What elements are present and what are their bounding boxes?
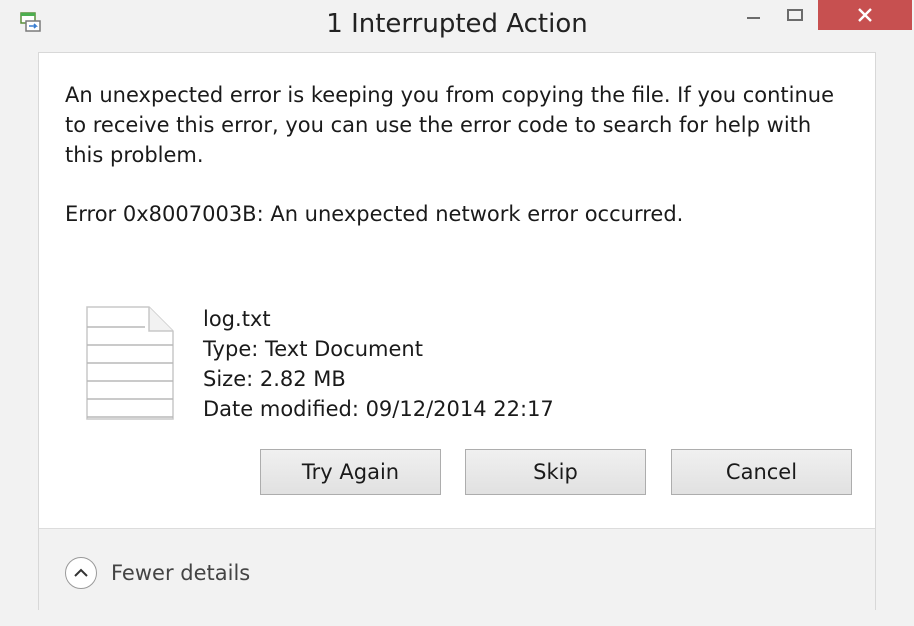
content-panel: An unexpected error is keeping you from …	[38, 52, 876, 611]
minimize-icon	[746, 17, 760, 19]
error-code-text: Error 0x8007003B: An unexpected network …	[65, 202, 684, 226]
title-bar[interactable]: 1 Interrupted Action	[0, 0, 914, 50]
text-file-icon	[86, 306, 174, 420]
cancel-button[interactable]: Cancel	[671, 449, 852, 495]
chevron-up-icon[interactable]	[65, 557, 97, 589]
maximize-icon	[787, 9, 803, 21]
file-size: Size: 2.82 MB	[203, 367, 346, 391]
try-again-button[interactable]: Try Again	[260, 449, 441, 495]
minimize-button[interactable]	[730, 0, 776, 30]
file-details: log.txt Type: Text Document Size: 2.82 M…	[203, 304, 554, 424]
close-icon	[858, 8, 872, 22]
file-type: Type: Text Document	[203, 337, 423, 361]
close-button[interactable]	[818, 0, 912, 30]
fewer-details-label[interactable]: Fewer details	[111, 561, 250, 585]
maximize-button[interactable]	[776, 0, 814, 30]
fewer-details-toggle[interactable]: Fewer details	[65, 557, 250, 589]
skip-button[interactable]: Skip	[465, 449, 646, 495]
dialog-window: 1 Interrupted Action An unexpected error…	[0, 0, 914, 626]
dialog-footer: Fewer details	[39, 528, 875, 611]
file-name: log.txt	[203, 307, 271, 331]
file-date-modified: Date modified: 09/12/2014 22:17	[203, 397, 554, 421]
error-message: An unexpected error is keeping you from …	[65, 83, 835, 167]
